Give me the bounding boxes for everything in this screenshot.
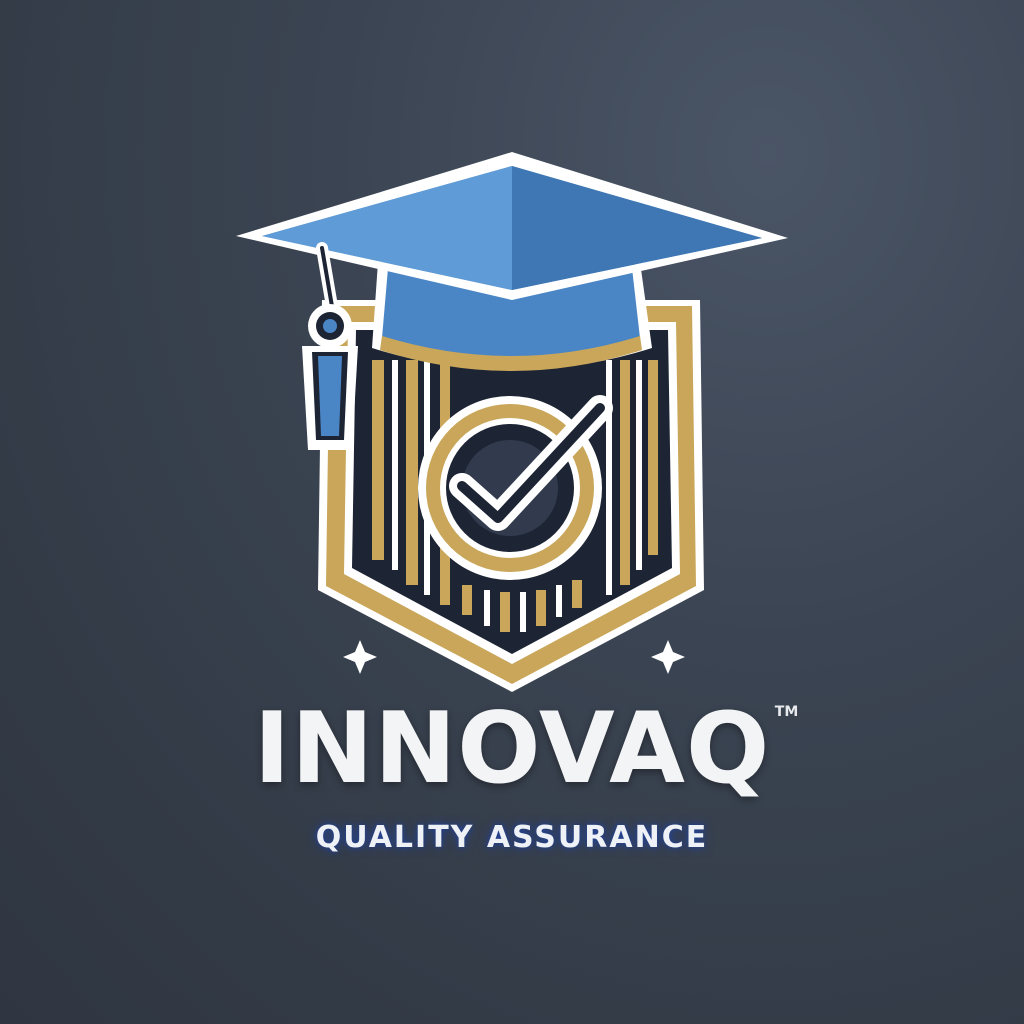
logo-canvas: INNOVAQ TM QUALITY ASSURANCE — [0, 0, 1024, 1024]
checkmark-icon — [418, 395, 613, 580]
trademark-mark: TM — [774, 704, 799, 720]
tagline: QUALITY ASSURANCE — [315, 820, 709, 855]
brand-name: INNOVAQ — [253, 692, 771, 806]
tassel-icon — [302, 242, 358, 450]
emblem — [236, 152, 788, 692]
wordmark: INNOVAQ TM QUALITY ASSURANCE — [0, 700, 1024, 855]
brand-row: INNOVAQ TM — [254, 700, 799, 798]
